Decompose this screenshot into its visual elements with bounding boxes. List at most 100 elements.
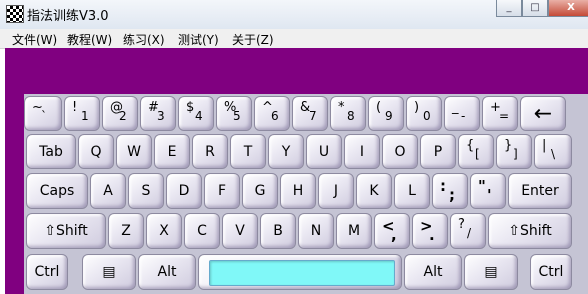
- key-char: 5: [233, 109, 241, 123]
- maximize-button[interactable]: □: [522, 0, 548, 17]
- key-ctrl[interactable]: Ctrl: [530, 254, 572, 290]
- backspace-arrow-icon: ←: [533, 101, 553, 126]
- key-z[interactable]: Z: [108, 213, 144, 249]
- key-shift-char: ): [414, 100, 420, 115]
- key-k[interactable]: K: [356, 173, 392, 209]
- key-tab[interactable]: Tab: [26, 134, 76, 169]
- menu-about[interactable]: 关于(Z): [232, 31, 274, 48]
- key-label: F: [217, 183, 227, 199]
- key-g[interactable]: G: [242, 173, 278, 209]
- key-i[interactable]: I: [344, 134, 380, 169]
- menu-tutorial[interactable]: 教程(W): [67, 31, 112, 48]
- key-caps-lock[interactable]: Caps: [26, 173, 88, 209]
- key-label: A: [103, 183, 113, 199]
- key-menu[interactable]: ▤: [464, 254, 518, 290]
- space-bar-highlight: [209, 260, 395, 286]
- key-a[interactable]: A: [90, 173, 126, 209]
- key-0[interactable]: ) 0: [406, 96, 442, 131]
- key-c[interactable]: C: [184, 213, 220, 249]
- key-9[interactable]: (9: [368, 96, 404, 131]
- key-s[interactable]: S: [128, 173, 164, 209]
- key-2[interactable]: @2: [102, 96, 138, 131]
- key-6[interactable]: ^ 6: [254, 96, 290, 131]
- key-'[interactable]: " ': [470, 173, 506, 209]
- key-label: Alt: [157, 264, 177, 280]
- key-r[interactable]: R: [192, 134, 228, 169]
- key-shift[interactable]: ⇧Shift: [26, 213, 106, 249]
- key-enter[interactable]: Enter: [508, 173, 572, 209]
- key-backspace[interactable]: ←: [520, 96, 566, 131]
- key-shift-char: :: [440, 177, 446, 195]
- key-v[interactable]: V: [222, 213, 258, 249]
- key-j[interactable]: J: [318, 173, 354, 209]
- key-shift-char: ?: [458, 217, 465, 232]
- key-label: O: [394, 143, 406, 160]
- key-shift-char: $: [186, 100, 195, 115]
- key-4[interactable]: $4: [178, 96, 214, 131]
- key-shift-char: ": [478, 177, 486, 195]
- key-5[interactable]: % 5: [216, 96, 252, 131]
- key-shift-char: (: [376, 100, 382, 115]
- key-7[interactable]: & 7: [292, 96, 328, 131]
- key-p[interactable]: P: [420, 134, 456, 169]
- key-ctrl[interactable]: Ctrl: [26, 254, 68, 290]
- menu-test[interactable]: 测试(Y): [178, 31, 219, 48]
- key-o[interactable]: O: [382, 134, 418, 169]
- key-\[interactable]: | \: [534, 134, 572, 169]
- key-d[interactable]: D: [166, 173, 202, 209]
- key-x[interactable]: X: [146, 213, 182, 249]
- title-bar[interactable]: 指法训练V3.0 _ □ X: [0, 0, 588, 29]
- key-shift-char: }: [504, 138, 513, 153]
- key-label: Z: [121, 223, 131, 239]
- key-8[interactable]: * 8: [330, 96, 366, 131]
- key-y[interactable]: Y: [268, 134, 304, 169]
- key-alt[interactable]: Alt: [404, 254, 462, 290]
- key-l[interactable]: L: [394, 173, 430, 209]
- key-u[interactable]: U: [306, 134, 342, 169]
- key-][interactable]: }]: [496, 134, 532, 169]
- key-shift-char: !: [72, 100, 78, 115]
- key-/[interactable]: ? /: [450, 213, 486, 249]
- key-w[interactable]: W: [116, 134, 152, 169]
- key-m[interactable]: M: [336, 213, 372, 249]
- key-[[interactable]: {[: [458, 134, 494, 169]
- key-char: [: [475, 147, 480, 161]
- key-shift[interactable]: ⇧Shift: [488, 213, 572, 249]
- key-char: ;: [449, 186, 455, 204]
- key-,[interactable]: <,: [374, 213, 410, 249]
- close-button[interactable]: X: [548, 0, 588, 17]
- key-;[interactable]: :;: [432, 173, 468, 209]
- key-label: ⇧Shift: [508, 223, 552, 239]
- key-e[interactable]: E: [154, 134, 190, 169]
- key-label: E: [167, 143, 177, 160]
- key-label: I: [359, 143, 365, 160]
- key-=[interactable]: + =: [482, 96, 518, 131]
- key-char: 6: [271, 109, 279, 123]
- key-n[interactable]: N: [298, 213, 334, 249]
- menu-file[interactable]: 文件(W): [12, 31, 57, 48]
- key-label: Enter: [521, 183, 559, 199]
- key--[interactable]: _ -: [444, 96, 480, 131]
- key-f[interactable]: F: [204, 173, 240, 209]
- key-label: M: [347, 223, 361, 239]
- key-t[interactable]: T: [230, 134, 266, 169]
- key-q[interactable]: Q: [78, 134, 114, 169]
- key-char: 3: [157, 109, 165, 123]
- key-label: W: [127, 143, 141, 160]
- key-space[interactable]: [198, 254, 402, 290]
- key-h[interactable]: H: [280, 173, 316, 209]
- key-alt[interactable]: Alt: [138, 254, 196, 290]
- menu-practice[interactable]: 练习(X): [123, 31, 165, 48]
- key-label: P: [433, 143, 443, 160]
- key-3[interactable]: #3: [140, 96, 176, 131]
- key-menu[interactable]: ▤: [82, 254, 136, 290]
- key-b[interactable]: B: [260, 213, 296, 249]
- key-char: .: [429, 226, 435, 244]
- minimize-button[interactable]: _: [496, 0, 522, 17]
- key-label: ⇧Shift: [44, 223, 88, 239]
- key-.[interactable]: >.: [412, 213, 448, 249]
- key-1[interactable]: ! 1: [64, 96, 100, 131]
- key-label: ▤: [484, 264, 498, 280]
- virtual-keyboard: ~ `! 1 @2 #3 $4% 5 ^ 6 & 7 * 8(9) 0 _ - + = ← Tab Q W E R T Y U I O P…: [24, 94, 588, 294]
- key-`[interactable]: ~ `: [24, 96, 62, 131]
